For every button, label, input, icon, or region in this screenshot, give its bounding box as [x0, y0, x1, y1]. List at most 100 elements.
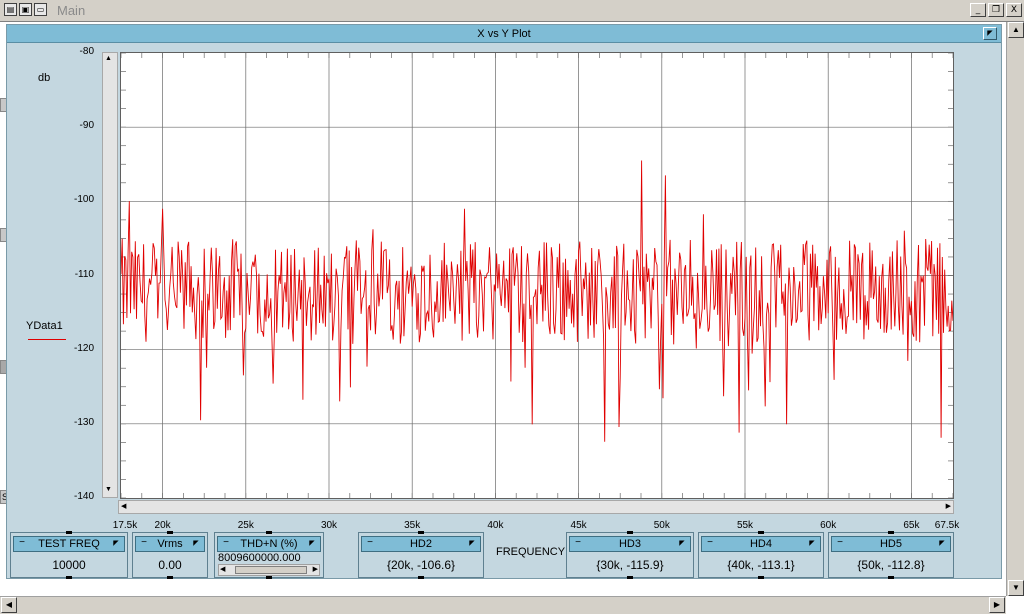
widget-header: − HD2 ◤	[361, 536, 481, 552]
minimize-icon[interactable]: −	[16, 538, 28, 550]
hd2-widget[interactable]: − HD2 ◤ {20k, -106.6}	[358, 531, 484, 579]
widget-menu-icon[interactable]: ◤	[936, 538, 948, 550]
scroll-down-icon[interactable]: ▼	[1008, 580, 1024, 596]
thdn-widget[interactable]: − THD+N (%) ◤ 8009600000.000 ◀ ▶	[214, 531, 324, 579]
x-tick-label: 25k	[237, 520, 254, 531]
widget-handle	[167, 531, 173, 534]
hd5-widget[interactable]: − HD5 ◤ {50k, -112.8}	[828, 531, 954, 579]
y-tick-label: -90	[79, 120, 94, 132]
widget-menu-icon[interactable]: ◤	[190, 538, 202, 550]
vrms-widget[interactable]: − Vrms ◤ 0.00	[132, 531, 208, 579]
widget-label: HD4	[749, 538, 772, 550]
panel-menu-icon[interactable]: ◤	[983, 27, 997, 40]
test-freq-value[interactable]: 10000	[14, 555, 124, 575]
x-tick-label: 67.5k	[934, 520, 960, 531]
y-tick-label: -130	[73, 416, 94, 428]
widget-header: − HD4 ◤	[701, 536, 821, 552]
window-icon[interactable]: ▭	[34, 3, 47, 16]
plot-vertical-scrollbar[interactable]: ▲ ▼	[102, 52, 118, 498]
folder-icon[interactable]: ▣	[19, 3, 32, 16]
widget-handle	[418, 576, 424, 579]
hd3-widget[interactable]: − HD3 ◤ {30k, -115.9}	[566, 531, 694, 579]
workspace-vertical-scrollbar[interactable]: ▲ ▼	[1006, 22, 1024, 596]
widget-label: Vrms	[157, 538, 183, 550]
thdn-scroll-thumb[interactable]	[235, 566, 307, 574]
plot-horizontal-scrollbar[interactable]: ◀ ▶	[118, 500, 954, 514]
plot-side-gutter	[16, 44, 102, 520]
panel-title-bar[interactable]: X vs Y Plot ◤	[7, 25, 1001, 43]
widget-menu-icon[interactable]: ◤	[110, 538, 122, 550]
widget-handle	[66, 576, 72, 579]
thdn-scroll-right-icon[interactable]: ▶	[313, 565, 318, 573]
plot-scroll-down-icon[interactable]: ▼	[105, 486, 112, 493]
widget-menu-icon[interactable]: ◤	[806, 538, 818, 550]
x-tick-label: 65k	[903, 520, 920, 531]
legend-swatch	[28, 339, 66, 340]
widget-header: − Vrms ◤	[135, 536, 205, 552]
widget-handle	[758, 531, 764, 534]
test-freq-widget[interactable]: − TEST FREQ ◤ 10000	[10, 531, 128, 579]
plot-scroll-left-icon[interactable]: ◀	[121, 502, 126, 510]
thdn-scroll-left-icon[interactable]: ◀	[220, 565, 225, 573]
widget-handle	[418, 531, 424, 534]
x-axis-label: FREQUENCY	[496, 546, 566, 558]
widget-handle	[167, 576, 173, 579]
hd5-value[interactable]: {50k, -112.8}	[832, 555, 950, 575]
x-tick-label: 17.5k	[112, 520, 138, 531]
minimize-icon[interactable]: −	[364, 538, 376, 550]
x-tick-label: 30k	[320, 520, 338, 531]
x-tick-label: 55k	[736, 520, 754, 531]
y-tick-label: -80	[79, 46, 94, 57]
minimize-icon[interactable]: −	[704, 538, 716, 550]
window-title: Main	[57, 3, 86, 18]
widget-header: − HD3 ◤	[569, 536, 691, 552]
y-tick-label: -140	[73, 491, 94, 502]
widget-header: − TEST FREQ ◤	[13, 536, 125, 552]
x-tick-label: 50k	[653, 520, 670, 531]
widget-handle	[266, 531, 272, 534]
x-tick-label: 60k	[820, 520, 837, 531]
x-tick-label: 45k	[570, 520, 587, 531]
scroll-right-icon[interactable]: ▶	[989, 597, 1005, 613]
minimize-icon[interactable]: −	[834, 538, 846, 550]
widget-handle	[627, 576, 633, 579]
vrms-value[interactable]: 0.00	[136, 555, 204, 575]
restore-button[interactable]: ❐	[988, 3, 1004, 17]
widget-label: TEST FREQ	[38, 538, 100, 550]
widget-menu-icon[interactable]: ◤	[306, 538, 318, 550]
x-tick-label: 40k	[487, 520, 504, 531]
hd3-value[interactable]: {30k, -115.9}	[570, 555, 690, 575]
legend-label: YData1	[26, 320, 63, 332]
thdn-scrollbar[interactable]: ◀ ▶	[218, 564, 320, 576]
widget-label: HD2	[409, 538, 432, 550]
minimize-icon[interactable]: −	[220, 538, 232, 550]
scroll-left-icon[interactable]: ◀	[1, 597, 17, 613]
widget-label: HD5	[879, 538, 902, 550]
scroll-up-icon[interactable]: ▲	[1008, 22, 1024, 38]
y-tick-label: -100	[73, 194, 94, 206]
plot-scroll-up-icon[interactable]: ▲	[105, 55, 112, 62]
hd4-widget[interactable]: − HD4 ◤ {40k, -113.1}	[698, 531, 824, 579]
widget-header: − THD+N (%) ◤	[217, 536, 321, 552]
widget-menu-icon[interactable]: ◤	[676, 538, 688, 550]
x-tick-label: 35k	[404, 520, 421, 531]
plot-scroll-right-icon[interactable]: ▶	[946, 502, 951, 510]
thdn-value[interactable]: 8009600000.000	[218, 553, 320, 563]
panel-title: X vs Y Plot	[477, 28, 531, 40]
x-tick-label: 20k	[154, 520, 171, 531]
widget-menu-icon[interactable]: ◤	[466, 538, 478, 550]
close-button[interactable]: X	[1006, 3, 1022, 17]
workspace-horizontal-scrollbar[interactable]: ◀ ▶	[0, 596, 1006, 614]
widget-handle	[266, 576, 272, 579]
hd2-value[interactable]: {20k, -106.6}	[362, 555, 480, 575]
page-icon[interactable]: ▤	[4, 3, 17, 16]
minimize-button[interactable]: _	[970, 3, 986, 17]
widget-handle	[627, 531, 633, 534]
hd4-value[interactable]: {40k, -113.1}	[702, 555, 820, 575]
minimize-icon[interactable]: −	[572, 538, 584, 550]
y-tick-label: -120	[73, 342, 94, 354]
widget-handle	[888, 576, 894, 579]
plot-area[interactable]	[120, 52, 954, 499]
y-tick-label: -110	[74, 268, 94, 280]
minimize-icon[interactable]: −	[138, 538, 150, 550]
